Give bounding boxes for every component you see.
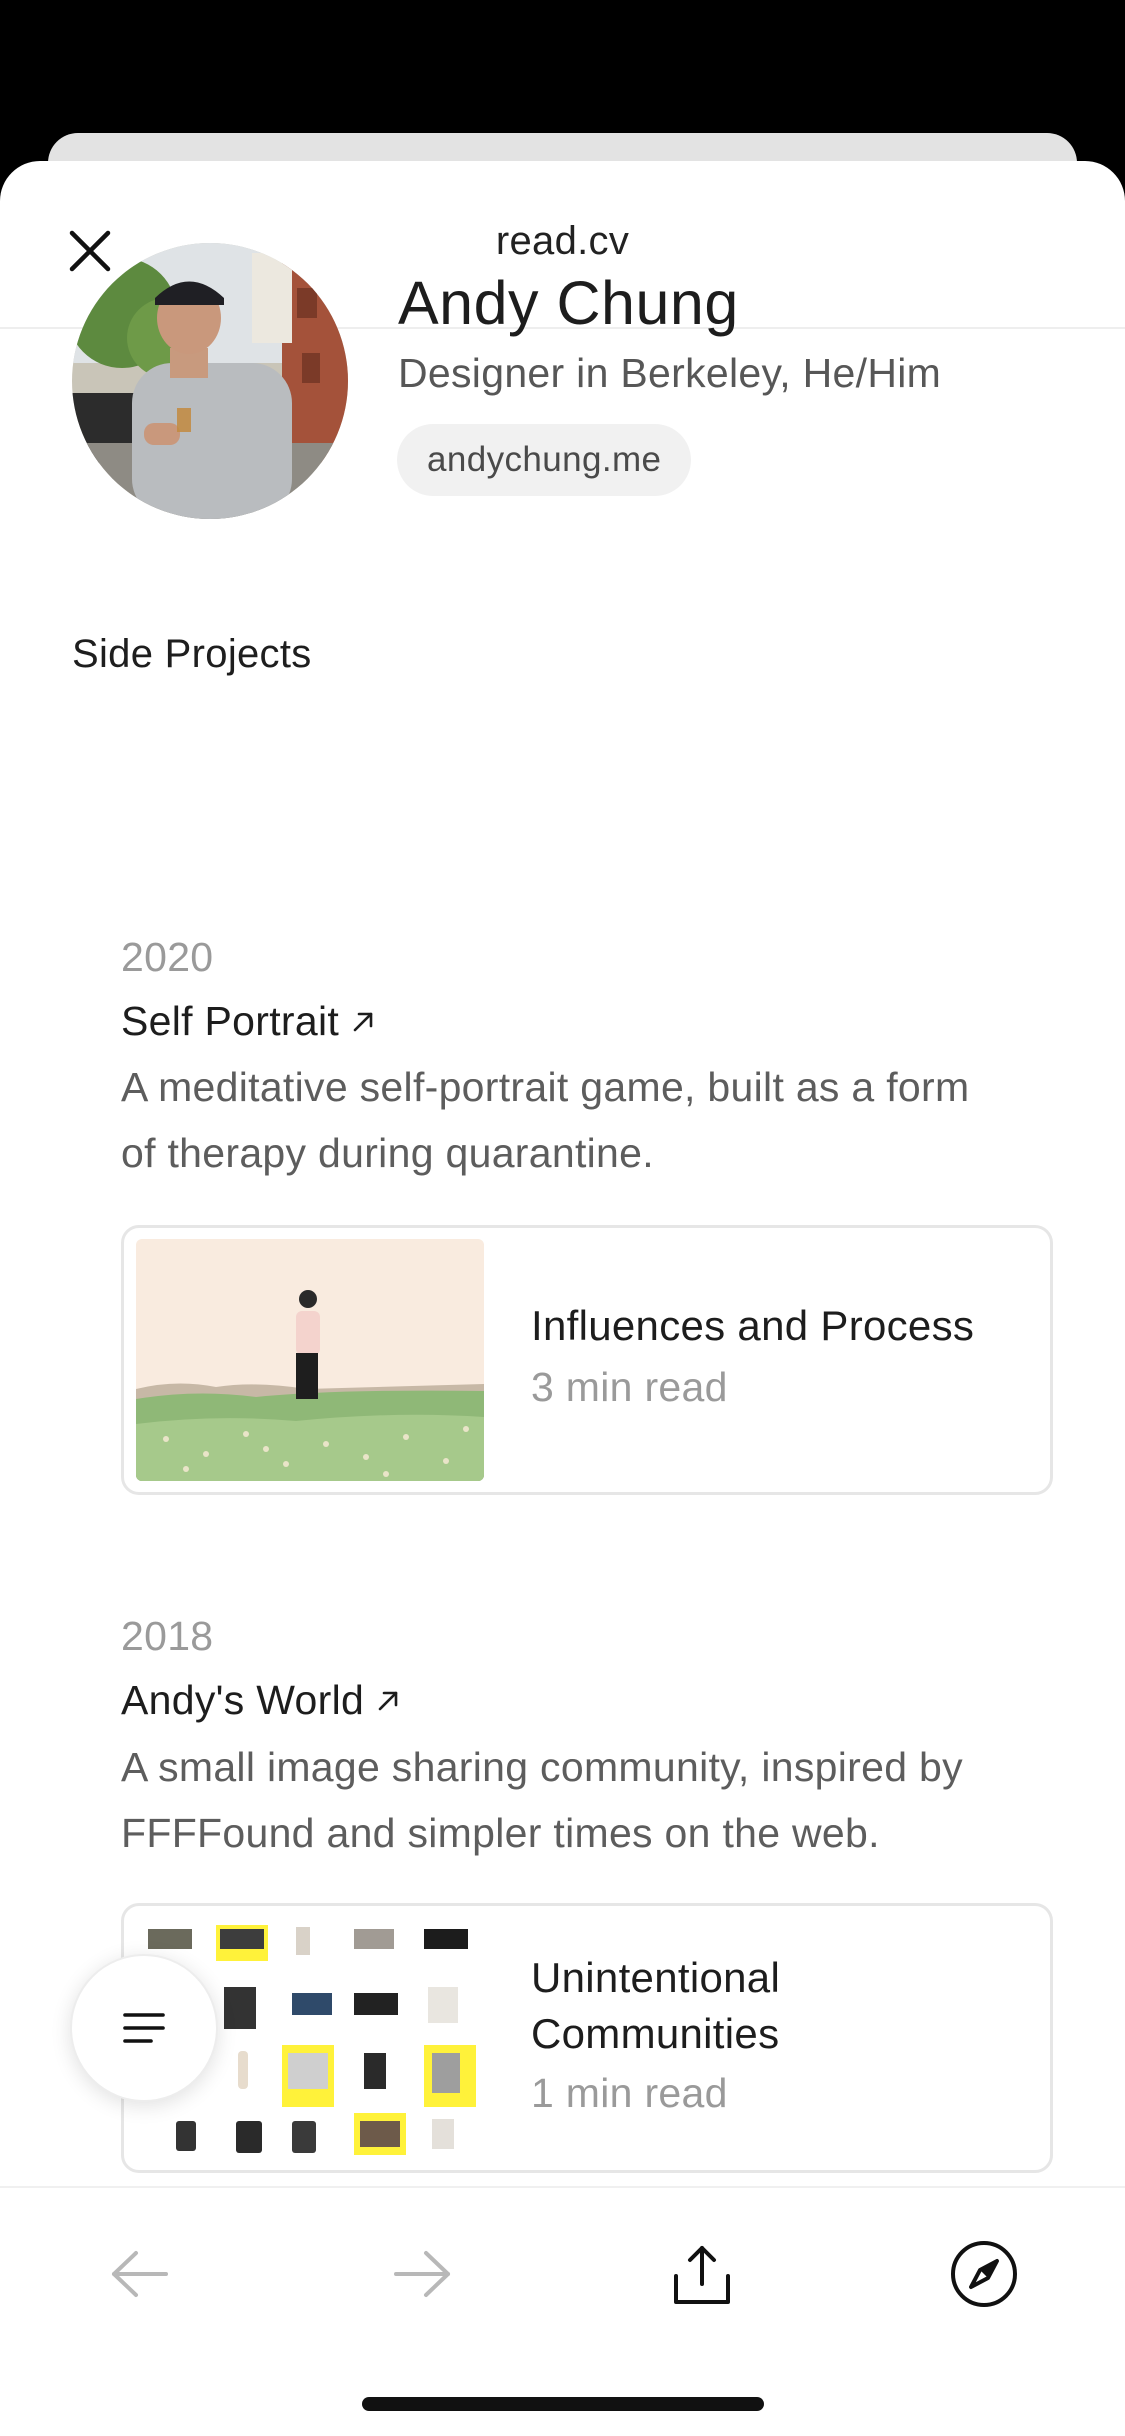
avatar: [72, 243, 348, 519]
project-description: A small image sharing community, inspire…: [121, 1734, 1071, 1866]
profile-subtitle: Designer in Berkeley, He/Him: [398, 350, 942, 396]
article-thumbnail: [136, 1239, 484, 1481]
project-title: Andy's World: [121, 1677, 365, 1723]
project-description-line: of therapy during quarantine.: [121, 1130, 654, 1176]
home-indicator: [362, 2397, 764, 2411]
menu-lines-icon: [123, 2013, 165, 2043]
project-year: 2018: [121, 1613, 214, 1659]
arrow-left-icon: [112, 2251, 168, 2297]
project-description: A meditative self-portrait game, built a…: [121, 1054, 1071, 1186]
article-read-time: 3 min read: [531, 1364, 728, 1410]
share-button[interactable]: [662, 2234, 742, 2314]
article-title: Influences and Process: [531, 1302, 975, 1349]
open-in-safari-button[interactable]: [944, 2234, 1024, 2314]
project-title-link[interactable]: Self Portrait: [121, 998, 375, 1045]
project-description-line: A meditative self-portrait game, built a…: [121, 1064, 970, 1110]
article-card[interactable]: Influences and Process 3 min read: [121, 1225, 1053, 1495]
project-description-line: FFFFound and simpler times on the web.: [121, 1810, 880, 1856]
article-title-line: Communities: [531, 2010, 780, 2057]
article-title-line: Unintentional: [531, 1954, 781, 2001]
website-link[interactable]: andychung.me: [397, 424, 692, 496]
compass-icon: [951, 2241, 1017, 2307]
section-title: Side Projects: [72, 632, 312, 676]
forward-button[interactable]: [382, 2234, 462, 2314]
article-title: Unintentional Communities: [531, 1950, 780, 2062]
article-read-time: 1 min read: [531, 2070, 728, 2116]
project-description-line: A small image sharing community, inspire…: [121, 1744, 963, 1790]
external-link-icon: [353, 1012, 373, 1031]
profile-name: Andy Chung: [398, 269, 739, 337]
article-card[interactable]: Unintentional Communities 1 min read: [121, 1903, 1053, 2173]
external-link-icon: [378, 1691, 398, 1710]
back-button[interactable]: [100, 2234, 180, 2314]
arrow-right-icon: [394, 2251, 450, 2297]
project-title-link[interactable]: Andy's World: [121, 1677, 400, 1724]
project-year: 2020: [121, 934, 214, 980]
share-icon: [674, 2246, 730, 2304]
menu-button[interactable]: [70, 1954, 218, 2102]
project-title: Self Portrait: [121, 998, 340, 1044]
